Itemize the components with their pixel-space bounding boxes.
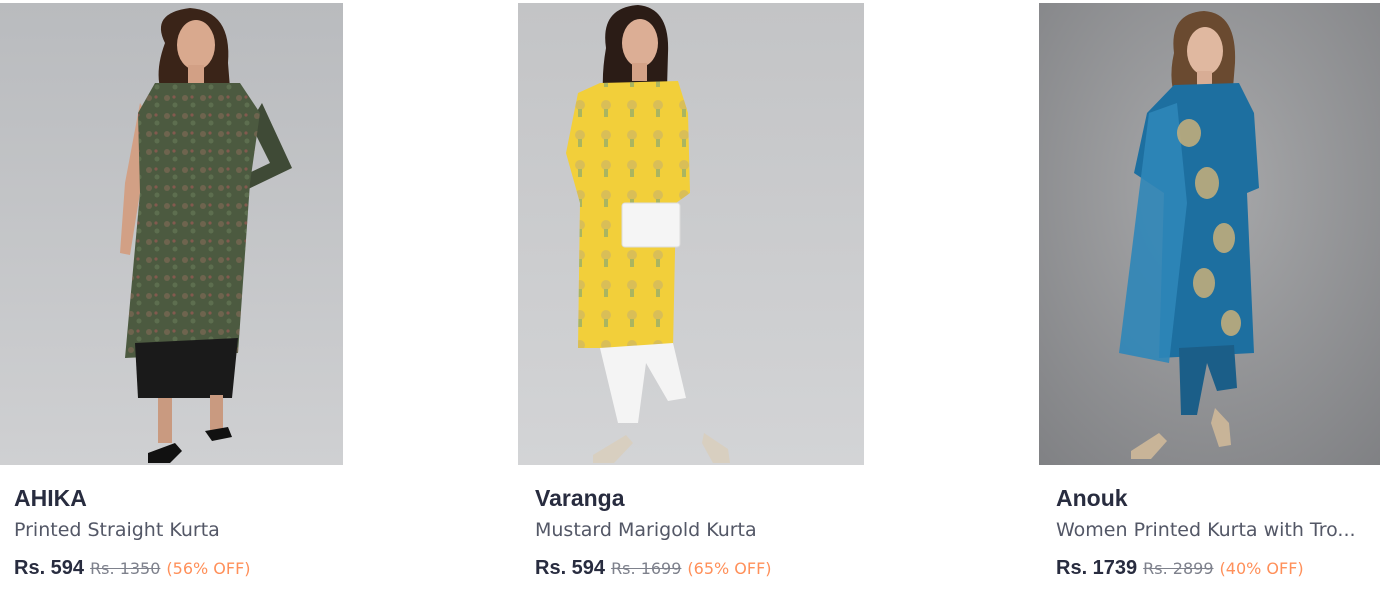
product-mrp: Rs. 2899 bbox=[1143, 559, 1214, 578]
product-card[interactable]: AHIKA Printed Straight Kurta Rs. 594 Rs. … bbox=[0, 3, 343, 594]
product-photo-teal-kurta bbox=[1039, 3, 1380, 465]
product-brand: Anouk bbox=[1056, 485, 1128, 511]
product-brand: Varanga bbox=[535, 485, 625, 511]
product-image[interactable] bbox=[1039, 3, 1380, 465]
product-name: Printed Straight Kurta bbox=[14, 519, 220, 541]
product-price: Rs. 594 bbox=[535, 557, 606, 579]
product-brand: AHIKA bbox=[14, 485, 87, 511]
product-card[interactable]: Anouk Women Printed Kurta with Tro... Rs… bbox=[1039, 3, 1380, 594]
product-mrp: Rs. 1350 bbox=[90, 559, 161, 578]
product-grid: AHIKA Printed Straight Kurta Rs. 594 Rs. … bbox=[0, 0, 1380, 594]
product-price: Rs. 1739 bbox=[1056, 557, 1138, 579]
price-row: Rs. 1739 Rs. 2899 (40% OFF) bbox=[1056, 556, 1380, 582]
product-discount: (40% OFF) bbox=[1219, 559, 1304, 578]
product-image[interactable] bbox=[518, 3, 864, 465]
product-price: Rs. 594 bbox=[14, 557, 85, 579]
price-row: Rs. 594 Rs. 1350 (56% OFF) bbox=[14, 556, 343, 582]
product-image[interactable] bbox=[0, 3, 343, 465]
product-mrp: Rs. 1699 bbox=[611, 559, 682, 578]
product-photo-green-kurta bbox=[0, 3, 343, 465]
product-discount: (65% OFF) bbox=[687, 559, 772, 578]
product-photo-yellow-kurta bbox=[518, 3, 864, 465]
product-discount: (56% OFF) bbox=[166, 559, 251, 578]
product-name: Mustard Marigold Kurta bbox=[535, 519, 757, 541]
product-card[interactable]: Varanga Mustard Marigold Kurta Rs. 594 Rs… bbox=[518, 3, 864, 594]
price-row: Rs. 594 Rs. 1699 (65% OFF) bbox=[535, 556, 864, 582]
product-name: Women Printed Kurta with Tro... bbox=[1056, 519, 1356, 541]
